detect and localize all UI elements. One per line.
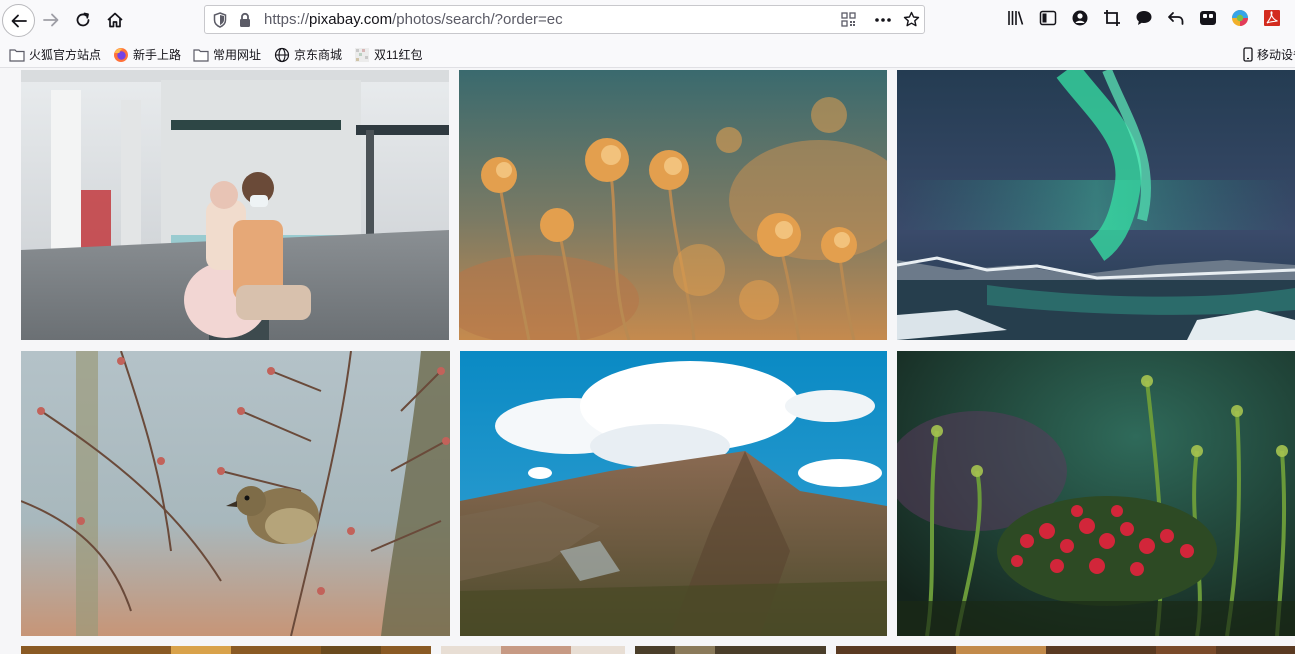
url-text[interactable]: https://pixabay.com/photos/search/?order… (264, 11, 563, 28)
sidebar-icon[interactable] (1039, 9, 1057, 27)
folder-icon (9, 48, 25, 62)
photo-tile-dried-flowers[interactable] (459, 70, 887, 340)
undo-icon[interactable] (1167, 9, 1185, 27)
photo-image (897, 351, 1295, 636)
globe-icon (274, 47, 290, 63)
photo-image (441, 646, 625, 654)
qr-code-icon[interactable] (841, 12, 856, 27)
photo-tile-subway-couple[interactable] (21, 70, 449, 340)
photo-tile-autumn[interactable] (21, 646, 431, 654)
bookmark-label: 京东商城 (294, 48, 343, 62)
bookmark-item[interactable]: 新手上路 (113, 46, 181, 63)
photo-image (836, 646, 1295, 654)
chat-bubble-icon[interactable] (1135, 9, 1153, 27)
library-icon[interactable] (1007, 9, 1025, 27)
more-actions-icon[interactable] (875, 18, 891, 22)
bookmark-label: 新手上路 (133, 48, 182, 62)
browser-toolbar: https://pixabay.com/photos/search/?order… (0, 0, 1295, 40)
bookmark-item[interactable]: 京东商城 (274, 46, 342, 63)
home-button[interactable] (99, 4, 131, 36)
photo-tile-aurora[interactable] (897, 70, 1295, 340)
mobile-icon (1243, 47, 1253, 62)
photo-tile-berries[interactable] (897, 351, 1295, 636)
photo-tile-landscape[interactable] (836, 646, 1295, 654)
photo-tile-bird[interactable] (21, 351, 450, 636)
lock-icon[interactable] (238, 12, 252, 28)
colorful-extension-icon[interactable] (1231, 9, 1249, 27)
url-host: pixabay.com (309, 11, 393, 28)
photo-image (460, 351, 887, 636)
bookmark-star-icon[interactable] (903, 11, 920, 28)
address-bar[interactable]: https://pixabay.com/photos/search/?order… (204, 5, 925, 34)
photo-tile-portrait[interactable] (441, 646, 625, 654)
photo-image (21, 70, 449, 340)
forward-button[interactable] (35, 4, 67, 36)
account-icon[interactable] (1071, 9, 1089, 27)
forward-arrow-icon (43, 13, 59, 27)
screenshot-crop-icon[interactable] (1103, 9, 1121, 27)
extension-pad-icon[interactable] (1199, 9, 1217, 27)
bookmark-label: 移动设备 (1257, 48, 1295, 62)
photo-tile-mountain[interactable] (460, 351, 887, 636)
firefox-icon (113, 47, 129, 63)
pdf-icon[interactable] (1263, 9, 1281, 27)
home-icon (107, 12, 123, 28)
shield-icon[interactable] (213, 12, 227, 28)
bookmark-label: 火狐官方站点 (29, 48, 102, 62)
bookmark-label: 常用网址 (213, 48, 262, 62)
photo-gallery (0, 68, 1295, 654)
image-icon (354, 47, 370, 63)
bookmark-label: 双11红包 (374, 48, 423, 62)
reload-icon (76, 12, 90, 27)
bookmarks-toolbar: 火狐官方站点 新手上路 常用网址 京东商城 双11红包 移动设 (0, 40, 1295, 68)
back-arrow-icon (11, 14, 27, 27)
photo-image (635, 646, 826, 654)
bookmark-item[interactable]: 火狐官方站点 (9, 46, 101, 63)
bookmark-item[interactable]: 双11红包 (354, 46, 422, 63)
photo-image (21, 646, 431, 654)
url-path: /photos/search/?order=ec (392, 11, 563, 28)
reload-button[interactable] (67, 4, 99, 36)
folder-icon (193, 48, 209, 62)
photo-image (21, 351, 450, 636)
back-button[interactable] (2, 4, 35, 37)
photo-tile-forest[interactable] (635, 646, 826, 654)
photo-image (459, 70, 887, 340)
bookmark-item[interactable]: 常用网址 (193, 46, 261, 63)
url-prefix: https:// (264, 11, 310, 28)
photo-image (897, 70, 1295, 340)
bookmark-item[interactable]: 移动设备 (1243, 46, 1295, 63)
